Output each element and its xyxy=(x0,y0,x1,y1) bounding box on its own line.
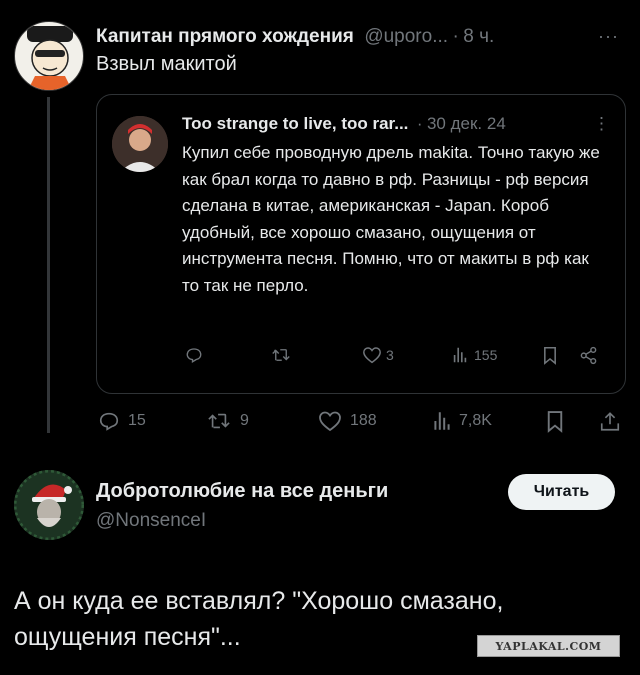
author-handle[interactable]: @uporo... xyxy=(364,26,448,47)
tweet-time[interactable]: 8 ч. xyxy=(463,26,494,47)
quoted-reply-button[interactable] xyxy=(185,346,203,364)
retweet-count: 9 xyxy=(240,412,249,429)
views-count: 7,8K xyxy=(459,412,492,429)
like-icon xyxy=(319,411,341,432)
cartoon-avatar-icon xyxy=(27,26,73,90)
quoted-tweet-date[interactable]: 30 дек. 24 xyxy=(427,114,506,133)
like-icon xyxy=(363,347,381,364)
quoted-views-count: 155 xyxy=(474,347,498,363)
watermark: YAPLAKAL.COM xyxy=(477,635,620,657)
views-icon xyxy=(453,347,467,363)
author-name[interactable]: Капитан прямого хождения xyxy=(96,26,354,47)
retweet-button[interactable]: 9 xyxy=(206,410,249,432)
bookmark-icon xyxy=(544,346,556,365)
like-count: 188 xyxy=(350,412,377,429)
views-button[interactable]: 7,8K xyxy=(433,410,492,432)
quoted-share-button[interactable] xyxy=(579,346,598,365)
bookmark-button[interactable] xyxy=(545,410,565,433)
reply-user-handle[interactable]: @NonsenceI xyxy=(96,510,206,532)
retweet-icon xyxy=(272,349,290,361)
quoted-author-name[interactable]: Too strange to live, too rar... xyxy=(182,114,408,133)
quoted-more-icon[interactable]: ⋮ xyxy=(593,114,611,134)
share-button[interactable] xyxy=(599,410,621,433)
views-icon xyxy=(434,412,450,430)
reply-button[interactable]: 15 xyxy=(98,410,146,432)
upload-icon xyxy=(600,412,620,431)
bookmark-icon xyxy=(547,411,563,433)
quoted-like-count: 3 xyxy=(386,347,394,363)
author-avatar[interactable] xyxy=(14,21,84,91)
header-separator: · xyxy=(452,26,459,47)
reply-icon xyxy=(186,348,202,363)
tweet-text: Взвыл макитой xyxy=(96,53,237,75)
quoted-tweet-header: Too strange to live, too rar... · 30 дек… xyxy=(182,114,506,134)
thread-line xyxy=(47,97,50,433)
quoted-bookmark-button[interactable] xyxy=(542,346,558,365)
retweet-icon xyxy=(208,413,230,429)
reply-user-name[interactable]: Добротолюбие на все деньги xyxy=(96,480,388,503)
santa-avatar-icon xyxy=(14,470,84,540)
quoted-author-avatar[interactable] xyxy=(112,116,168,172)
reply-icon xyxy=(99,412,119,431)
quoted-tweet-text: Купил себе проводную дрель makita. Точно… xyxy=(182,143,600,295)
quoted-separator: · xyxy=(416,114,423,133)
share-icon xyxy=(580,346,597,365)
quoted-retweet-button[interactable] xyxy=(271,346,291,364)
quoted-views-button[interactable]: 155 xyxy=(452,346,497,364)
quoted-like-button[interactable]: 3 xyxy=(362,346,394,364)
tweet-header: Капитан прямого хождения @uporo... · 8 ч… xyxy=(96,26,494,48)
follow-button[interactable]: Читать xyxy=(508,474,615,510)
more-options-icon[interactable]: ··· xyxy=(598,26,619,47)
like-button[interactable]: 188 xyxy=(318,410,377,432)
reply-user-avatar[interactable] xyxy=(14,470,84,540)
photo-avatar-icon xyxy=(112,116,168,172)
reply-count: 15 xyxy=(128,412,146,429)
